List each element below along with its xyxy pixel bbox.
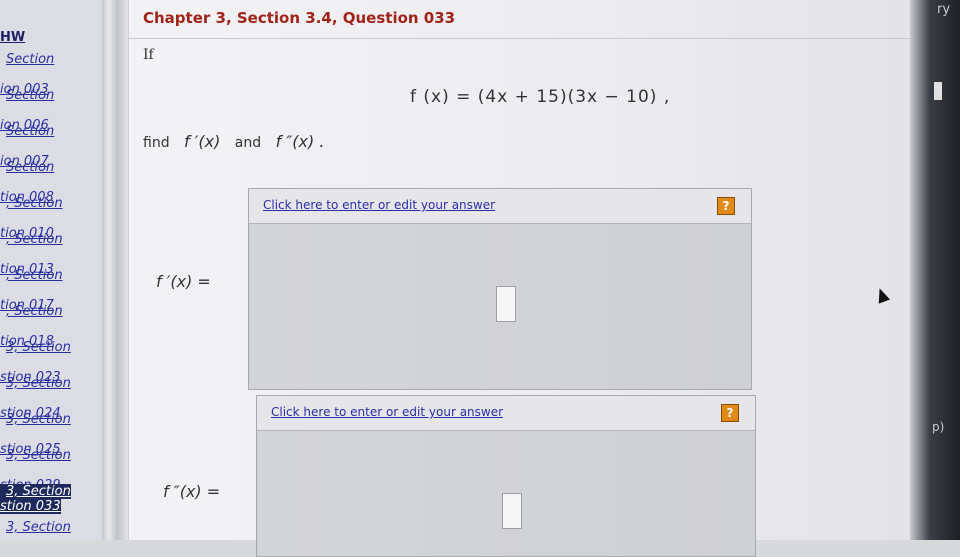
- find-instruction: find f ′(x) and f ″(x) .: [143, 132, 334, 151]
- sidebar-link-line1: , Section: [6, 268, 63, 283]
- sidebar-link-line1: 3, Section: [6, 376, 71, 391]
- answer-box-header: Click here to enter or edit your answer …: [249, 189, 751, 224]
- sidebar-link-line1: Section: [6, 88, 55, 103]
- edge-side-text: p): [932, 420, 945, 434]
- first-derivative-symbol: f ′(x): [184, 132, 221, 151]
- answer-input-placeholder[interactable]: [502, 493, 522, 529]
- pane-left-rule: [128, 0, 129, 540]
- sidebar-link-line1: , Section: [6, 232, 63, 247]
- edge-marker: [934, 82, 942, 100]
- first-derivative-label: f ′(x) =: [156, 272, 211, 291]
- second-derivative-answer-box[interactable]: Click here to enter or edit your answer …: [256, 395, 756, 557]
- answer-input-placeholder[interactable]: [496, 286, 516, 322]
- sidebar-link-line1: 3, Section: [6, 448, 71, 463]
- sidebar-link-line1: Section: [6, 124, 55, 139]
- first-derivative-answer-box[interactable]: Click here to enter or edit your answer …: [248, 188, 752, 390]
- title-divider: [128, 38, 910, 39]
- question-pane: Chapter 3, Section 3.4, Question 033 If …: [128, 0, 910, 557]
- right-edge-panel: ry p): [910, 0, 960, 540]
- answer-editor-area[interactable]: [249, 224, 751, 389]
- sidebar-link-line1: , Section: [6, 304, 63, 319]
- help-icon[interactable]: ?: [717, 197, 735, 215]
- edit-answer-link[interactable]: Click here to enter or edit your answer: [263, 198, 495, 212]
- sidebar-link-line1: Section: [6, 52, 55, 67]
- frame-divider: [116, 0, 128, 540]
- second-derivative-symbol: f ″(x) .: [275, 132, 325, 151]
- if-label: If: [143, 47, 154, 63]
- hw-heading: HW: [0, 30, 26, 45]
- sidebar-link-line1: 3, Section: [6, 340, 71, 355]
- sidebar-link-line1: 3, Section: [6, 520, 71, 535]
- sidebar-link-line2: stion 033: [0, 499, 61, 514]
- sidebar-link-line1: , Section: [6, 196, 63, 211]
- homework-sidebar: HW Section ion 003 Section ion 006 Section io…: [0, 0, 108, 540]
- find-label: find: [143, 135, 170, 151]
- second-derivative-label: f ″(x) =: [163, 482, 221, 501]
- sidebar-link-line1: 3, Section: [0, 484, 71, 499]
- edit-answer-link[interactable]: Click here to enter or edit your answer: [271, 405, 503, 419]
- and-label: and: [234, 135, 262, 151]
- function-equation: f (x) = (4x + 15)(3x − 10) ,: [410, 87, 671, 107]
- help-icon[interactable]: ?: [721, 404, 739, 422]
- answer-editor-area[interactable]: [257, 431, 755, 556]
- sidebar-link-line1: 3, Section: [6, 412, 71, 427]
- question-title: Chapter 3, Section 3.4, Question 033: [143, 9, 456, 27]
- sidebar-scrollbar[interactable]: [102, 0, 116, 540]
- edge-top-text: ry: [937, 2, 951, 17]
- sidebar-link-line1: Section: [6, 160, 55, 175]
- sidebar-question-link[interactable]: 3, Section stion 033: [0, 484, 108, 514]
- answer-box-header: Click here to enter or edit your answer …: [257, 396, 755, 431]
- sidebar-question-link[interactable]: 3, Section: [0, 520, 108, 540]
